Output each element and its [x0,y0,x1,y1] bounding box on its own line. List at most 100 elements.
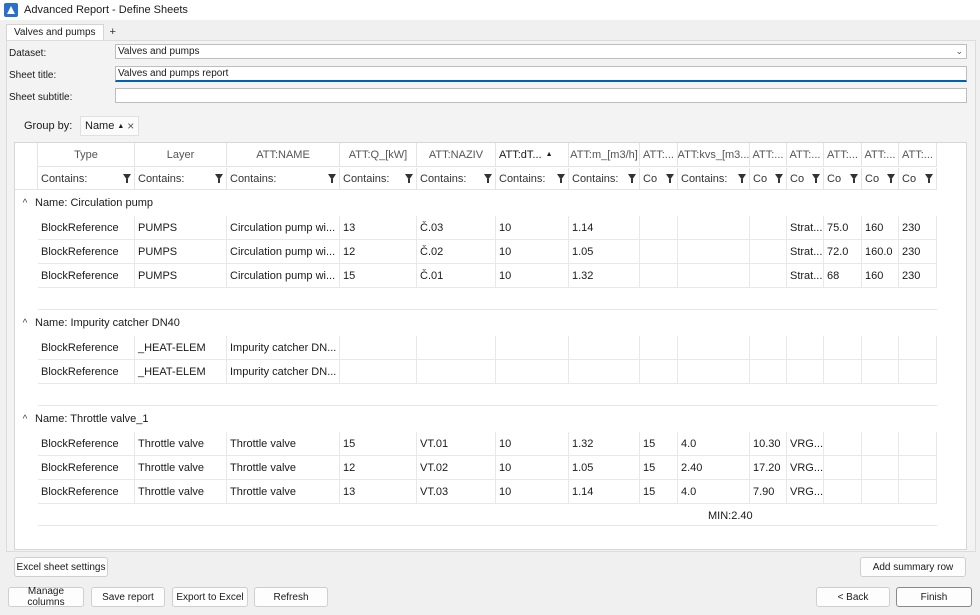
table-cell[interactable]: 10.30 [750,432,787,456]
column-filter[interactable]: Contains: [496,168,569,190]
group-header[interactable]: ^ Name: Circulation pump [15,192,966,214]
filter-icon[interactable] [738,174,746,183]
sheet-title-input[interactable]: Valves and pumps report [115,66,967,82]
table-cell[interactable]: 15 [640,456,678,480]
table-cell[interactable] [569,360,640,384]
table-cell[interactable]: VT.03 [417,480,496,504]
filter-icon[interactable] [666,174,674,183]
table-cell[interactable]: PUMPS [135,240,227,264]
table-cell[interactable]: 160 [862,264,899,288]
column-filter[interactable]: Contains: [38,168,135,190]
table-cell[interactable] [862,480,899,504]
column-header[interactable]: ATT:m_[m3/h] [569,143,640,167]
table-cell[interactable]: 230 [899,264,937,288]
table-cell[interactable] [640,216,678,240]
table-cell[interactable] [678,264,750,288]
table-cell[interactable]: 75.0 [824,216,862,240]
table-cell[interactable]: 10 [496,480,569,504]
table-cell[interactable] [640,360,678,384]
table-cell[interactable]: 10 [496,264,569,288]
column-filter[interactable]: Co [899,168,937,190]
table-cell[interactable]: 68 [824,264,862,288]
table-cell[interactable] [569,336,640,360]
table-cell[interactable] [678,336,750,360]
table-cell[interactable] [862,336,899,360]
table-cell[interactable] [862,456,899,480]
table-cell[interactable] [750,216,787,240]
back-button[interactable]: < Back [816,587,890,607]
table-cell[interactable] [640,240,678,264]
column-filter[interactable]: Contains: [569,168,640,190]
table-cell[interactable]: 10 [496,456,569,480]
table-cell[interactable]: VRG... [787,456,824,480]
add-tab-button[interactable]: + [104,24,122,40]
table-cell[interactable]: Impurity catcher DN... [227,360,340,384]
table-cell[interactable]: Č.02 [417,240,496,264]
column-header[interactable]: ATT:NAME [227,143,340,167]
table-cell[interactable]: 15 [640,432,678,456]
table-cell[interactable]: 1.14 [569,216,640,240]
column-filter[interactable]: Contains: [227,168,340,190]
table-cell[interactable]: BlockReference [38,264,135,288]
table-cell[interactable]: Throttle valve [135,432,227,456]
column-filter[interactable]: Contains: [417,168,496,190]
group-header[interactable]: ^ Name: Throttle valve_1 [15,408,966,430]
table-cell[interactable]: 4.0 [678,480,750,504]
manage-columns-button[interactable]: Manage columns [8,586,84,608]
table-cell[interactable]: Strat... [787,216,824,240]
column-header[interactable]: ATT:... [824,143,862,167]
table-cell[interactable] [899,432,937,456]
table-cell[interactable]: 2.40 [678,456,750,480]
column-header[interactable]: ATT:Q_[kW] [340,143,417,167]
column-header[interactable]: ATT:... [640,143,678,167]
column-header[interactable]: ATT:kvs_[m3... [678,143,750,167]
table-cell[interactable]: Throttle valve [135,456,227,480]
table-cell[interactable]: 15 [340,264,417,288]
table-cell[interactable]: 12 [340,240,417,264]
table-cell[interactable]: BlockReference [38,360,135,384]
table-cell[interactable]: _HEAT-ELEM [135,360,227,384]
column-filter[interactable]: Co [640,168,678,190]
table-cell[interactable] [787,336,824,360]
column-header[interactable]: ATT:NAZIV [417,143,496,167]
table-cell[interactable]: 160 [862,216,899,240]
table-cell[interactable] [417,360,496,384]
table-cell[interactable]: PUMPS [135,216,227,240]
table-cell[interactable]: Throttle valve [135,480,227,504]
table-cell[interactable]: 7.90 [750,480,787,504]
group-by-chip[interactable]: Name ▲ × [80,116,140,136]
filter-icon[interactable] [775,174,783,183]
column-filter[interactable]: Contains: [678,168,750,190]
table-cell[interactable]: _HEAT-ELEM [135,336,227,360]
table-cell[interactable]: Throttle valve [227,480,340,504]
table-cell[interactable]: VT.02 [417,456,496,480]
table-cell[interactable]: 1.05 [569,240,640,264]
sort-ascending-icon[interactable]: ▲ [546,151,553,158]
table-cell[interactable]: BlockReference [38,240,135,264]
table-cell[interactable] [862,360,899,384]
remove-group-icon[interactable]: × [127,119,134,133]
sort-ascending-icon[interactable]: ▲ [117,123,124,130]
table-cell[interactable]: 10 [496,216,569,240]
dataset-select[interactable]: Valves and pumps ⌄ [115,44,967,59]
table-cell[interactable]: Circulation pump wi... [227,216,340,240]
filter-icon[interactable] [215,174,223,183]
table-cell[interactable] [899,456,937,480]
finish-button[interactable]: Finish [896,587,972,607]
filter-icon[interactable] [405,174,413,183]
table-cell[interactable]: Strat... [787,264,824,288]
table-cell[interactable] [824,360,862,384]
table-cell[interactable] [750,264,787,288]
chevron-up-icon[interactable]: ^ [15,198,35,209]
refresh-button[interactable]: Refresh [254,587,328,607]
table-cell[interactable] [496,360,569,384]
column-header[interactable]: ATT:dT... ▲ [496,143,569,167]
table-cell[interactable]: 72.0 [824,240,862,264]
table-cell[interactable]: Č.01 [417,264,496,288]
filter-icon[interactable] [123,174,131,183]
table-cell[interactable] [750,360,787,384]
table-cell[interactable]: BlockReference [38,336,135,360]
column-header[interactable]: ATT:... [787,143,824,167]
table-cell[interactable]: VT.01 [417,432,496,456]
table-cell[interactable]: VRG... [787,432,824,456]
